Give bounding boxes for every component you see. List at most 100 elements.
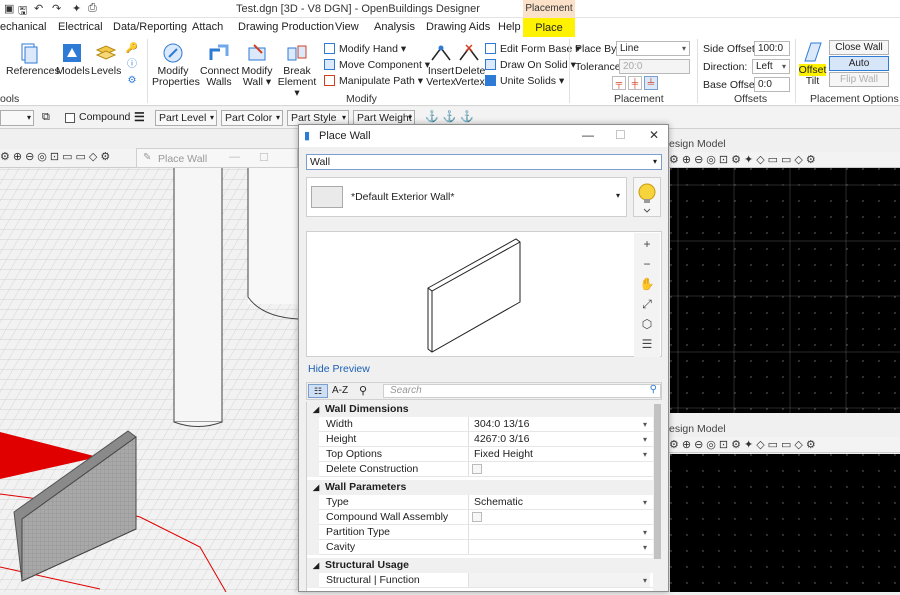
maximize-button[interactable]: ☐ xyxy=(615,128,626,142)
structural-function-value[interactable]: ▾ xyxy=(468,573,650,587)
tab-view[interactable]: View xyxy=(335,21,359,33)
compound-checkbox[interactable] xyxy=(65,113,75,123)
line-weight-icon[interactable]: ☰ xyxy=(134,110,145,124)
category-wall-dimensions[interactable]: ◢ Wall Dimensions xyxy=(307,402,653,417)
move-component-icon xyxy=(324,59,335,70)
level-dropdown[interactable]: ▾ xyxy=(0,110,34,126)
pan-hand-icon[interactable]: ✋ xyxy=(637,275,657,293)
zoom-out-icon[interactable]: − xyxy=(637,255,657,273)
tab-place[interactable]: Place xyxy=(523,18,575,38)
delete-vertex-button[interactable]: Delete Vertex xyxy=(455,42,485,88)
tab-help[interactable]: Help xyxy=(498,21,521,33)
flip-wall-button[interactable]: Flip Wall xyxy=(829,72,889,87)
offset-button[interactable]: Offset Tilt xyxy=(798,41,827,87)
draw-on-solid-button[interactable]: Draw On Solid ▾ xyxy=(485,59,576,71)
modify-properties-button[interactable]: Modify Properties xyxy=(152,42,200,88)
delete-construction-checkbox[interactable] xyxy=(472,464,482,474)
base-offset-field[interactable]: 0:0 xyxy=(754,77,790,92)
redo-icon[interactable]: ↷ xyxy=(52,2,61,15)
fit-view-icon[interactable]: ⤢ xyxy=(637,295,657,313)
wall-style-selector[interactable]: *Default Exterior Wall* ▾ xyxy=(306,177,627,217)
layers-icon[interactable]: ☰ xyxy=(637,335,657,353)
tab-electrical[interactable]: Electrical xyxy=(58,21,103,33)
dialog-title-bar[interactable]: ▮ Place Wall — ☐ ✕ xyxy=(299,125,668,147)
place-by-dropdown[interactable]: Line ▾ xyxy=(616,41,690,56)
unite-solids-button[interactable]: Unite Solids ▾ xyxy=(485,75,564,87)
zoom-in-icon[interactable]: + xyxy=(637,235,657,253)
key-icon[interactable]: 🔑 xyxy=(121,41,143,57)
view-1-toolbar[interactable]: ⚙⊕⊖◎⊡▭▭◇⚙ xyxy=(0,149,136,168)
undo-icon[interactable]: ↶ xyxy=(34,2,43,15)
height-value[interactable]: 4267:0 3/16 ▾ xyxy=(468,432,650,446)
edit-form-base-icon xyxy=(485,43,496,54)
view-2-canvas[interactable] xyxy=(670,168,900,413)
minimize-button[interactable]: — xyxy=(582,128,594,142)
search-icon[interactable]: ⚲ xyxy=(650,384,657,396)
part-level-dropdown[interactable]: Part Level ▾ xyxy=(155,110,217,126)
modify-hand-button[interactable]: Modify Hand ▾ xyxy=(324,43,406,55)
view-2-toolbar[interactable]: ⚙⊕⊖◎⊡⚙✦◇▭▭◇⚙ xyxy=(669,152,900,168)
property-grid-scrollbar[interactable] xyxy=(653,402,662,591)
property-row: Structural | Function ▾ xyxy=(307,573,653,588)
cavity-value[interactable]: ▾ xyxy=(468,540,650,554)
insert-vertex-icon xyxy=(431,45,451,61)
wall-preview-image xyxy=(427,238,521,353)
place-right-icon[interactable]: ╧ xyxy=(644,76,658,90)
close-button[interactable]: ✕ xyxy=(649,128,659,142)
partition-type-value[interactable]: ▾ xyxy=(468,525,650,539)
view-cube-icon[interactable]: ⬡ xyxy=(637,315,657,333)
view-3-canvas[interactable] xyxy=(670,454,900,592)
references-button[interactable]: References xyxy=(6,42,60,77)
wall-preview-panel[interactable] xyxy=(306,231,662,357)
scrollbar-thumb[interactable] xyxy=(654,404,661,559)
levels-button[interactable]: Levels xyxy=(91,42,121,77)
place-center-icon[interactable]: ╪ xyxy=(628,76,642,90)
direction-dropdown[interactable]: Left ▾ xyxy=(752,59,790,74)
width-value[interactable]: 304:0 13/16 ▾ xyxy=(468,417,650,431)
settings-icon[interactable]: ⚙ xyxy=(121,73,143,89)
view-3d-left[interactable] xyxy=(0,149,298,592)
tab-drawing-production[interactable]: Drawing Production xyxy=(238,21,334,33)
sort-az-button[interactable]: A-Z xyxy=(332,385,348,396)
print-icon[interactable]: ⎙ xyxy=(88,2,97,15)
filter-icon[interactable]: ⚲ xyxy=(359,384,367,397)
snap-tools-icons[interactable]: ⚓⚓⚓ xyxy=(425,110,478,123)
category-wall-parameters[interactable]: ◢ Wall Parameters xyxy=(307,480,653,495)
view-3d-canvas[interactable] xyxy=(0,149,298,592)
tab-attach[interactable]: Attach xyxy=(192,21,223,33)
edit-form-base-button[interactable]: Edit Form Base ▾ xyxy=(485,43,581,55)
type-value[interactable]: Schematic ▾ xyxy=(468,495,650,509)
tab-analysis[interactable]: Analysis xyxy=(374,21,415,33)
insert-vertex-button[interactable]: Insert Vertex xyxy=(426,42,456,88)
element-template-icon[interactable]: ⧉ xyxy=(42,111,50,124)
close-wall-button[interactable]: Close Wall xyxy=(829,40,889,55)
connect-walls-button[interactable]: Connect Walls xyxy=(200,42,239,88)
auto-connect-button[interactable]: Auto Connect xyxy=(829,56,889,82)
move-component-button[interactable]: Move Component ▾ xyxy=(324,59,430,71)
property-search-input[interactable]: Search ⚲ xyxy=(383,384,661,398)
place-left-icon[interactable]: ╤ xyxy=(612,76,626,90)
compound-wall-assembly-checkbox[interactable] xyxy=(472,512,482,522)
modify-wall-button[interactable]: Modify Wall ▾ xyxy=(240,42,274,88)
tab-drawing-aids[interactable]: Drawing Aids xyxy=(426,21,490,33)
collapse-triangle-icon: ◢ xyxy=(313,483,320,492)
tab-data-reporting[interactable]: Data/Reporting xyxy=(113,21,187,33)
lightbulb-button[interactable] xyxy=(633,177,661,217)
break-element-button[interactable]: Break Element ▾ xyxy=(276,42,318,99)
tolerance-field[interactable]: 20:0 xyxy=(619,59,690,74)
part-color-dropdown[interactable]: Part Color ▾ xyxy=(221,110,283,126)
categorized-view-icon[interactable]: ☷ xyxy=(308,384,328,398)
view-title-bottom: esign Model xyxy=(669,422,900,437)
element-type-dropdown[interactable]: Wall ▾ xyxy=(306,154,662,170)
side-offset-field[interactable]: 100:0 xyxy=(754,41,790,56)
pin-icon[interactable]: ✦ xyxy=(72,2,81,15)
top-options-value[interactable]: Fixed Height ▾ xyxy=(468,447,650,461)
category-structural-usage[interactable]: ◢ Structural Usage xyxy=(307,558,653,573)
manipulate-path-button[interactable]: Manipulate Path ▾ xyxy=(324,75,423,87)
tab-mechanical[interactable]: echanical xyxy=(0,21,46,33)
view-3-toolbar[interactable]: ⚙⊕⊖◎⊡⚙✦◇▭▭◇⚙ xyxy=(669,437,900,453)
info-icon[interactable]: ⓘ xyxy=(121,57,143,73)
hide-preview-link[interactable]: Hide Preview xyxy=(308,363,370,375)
models-button[interactable]: Models xyxy=(56,42,90,77)
modify-properties-icon xyxy=(163,43,183,63)
